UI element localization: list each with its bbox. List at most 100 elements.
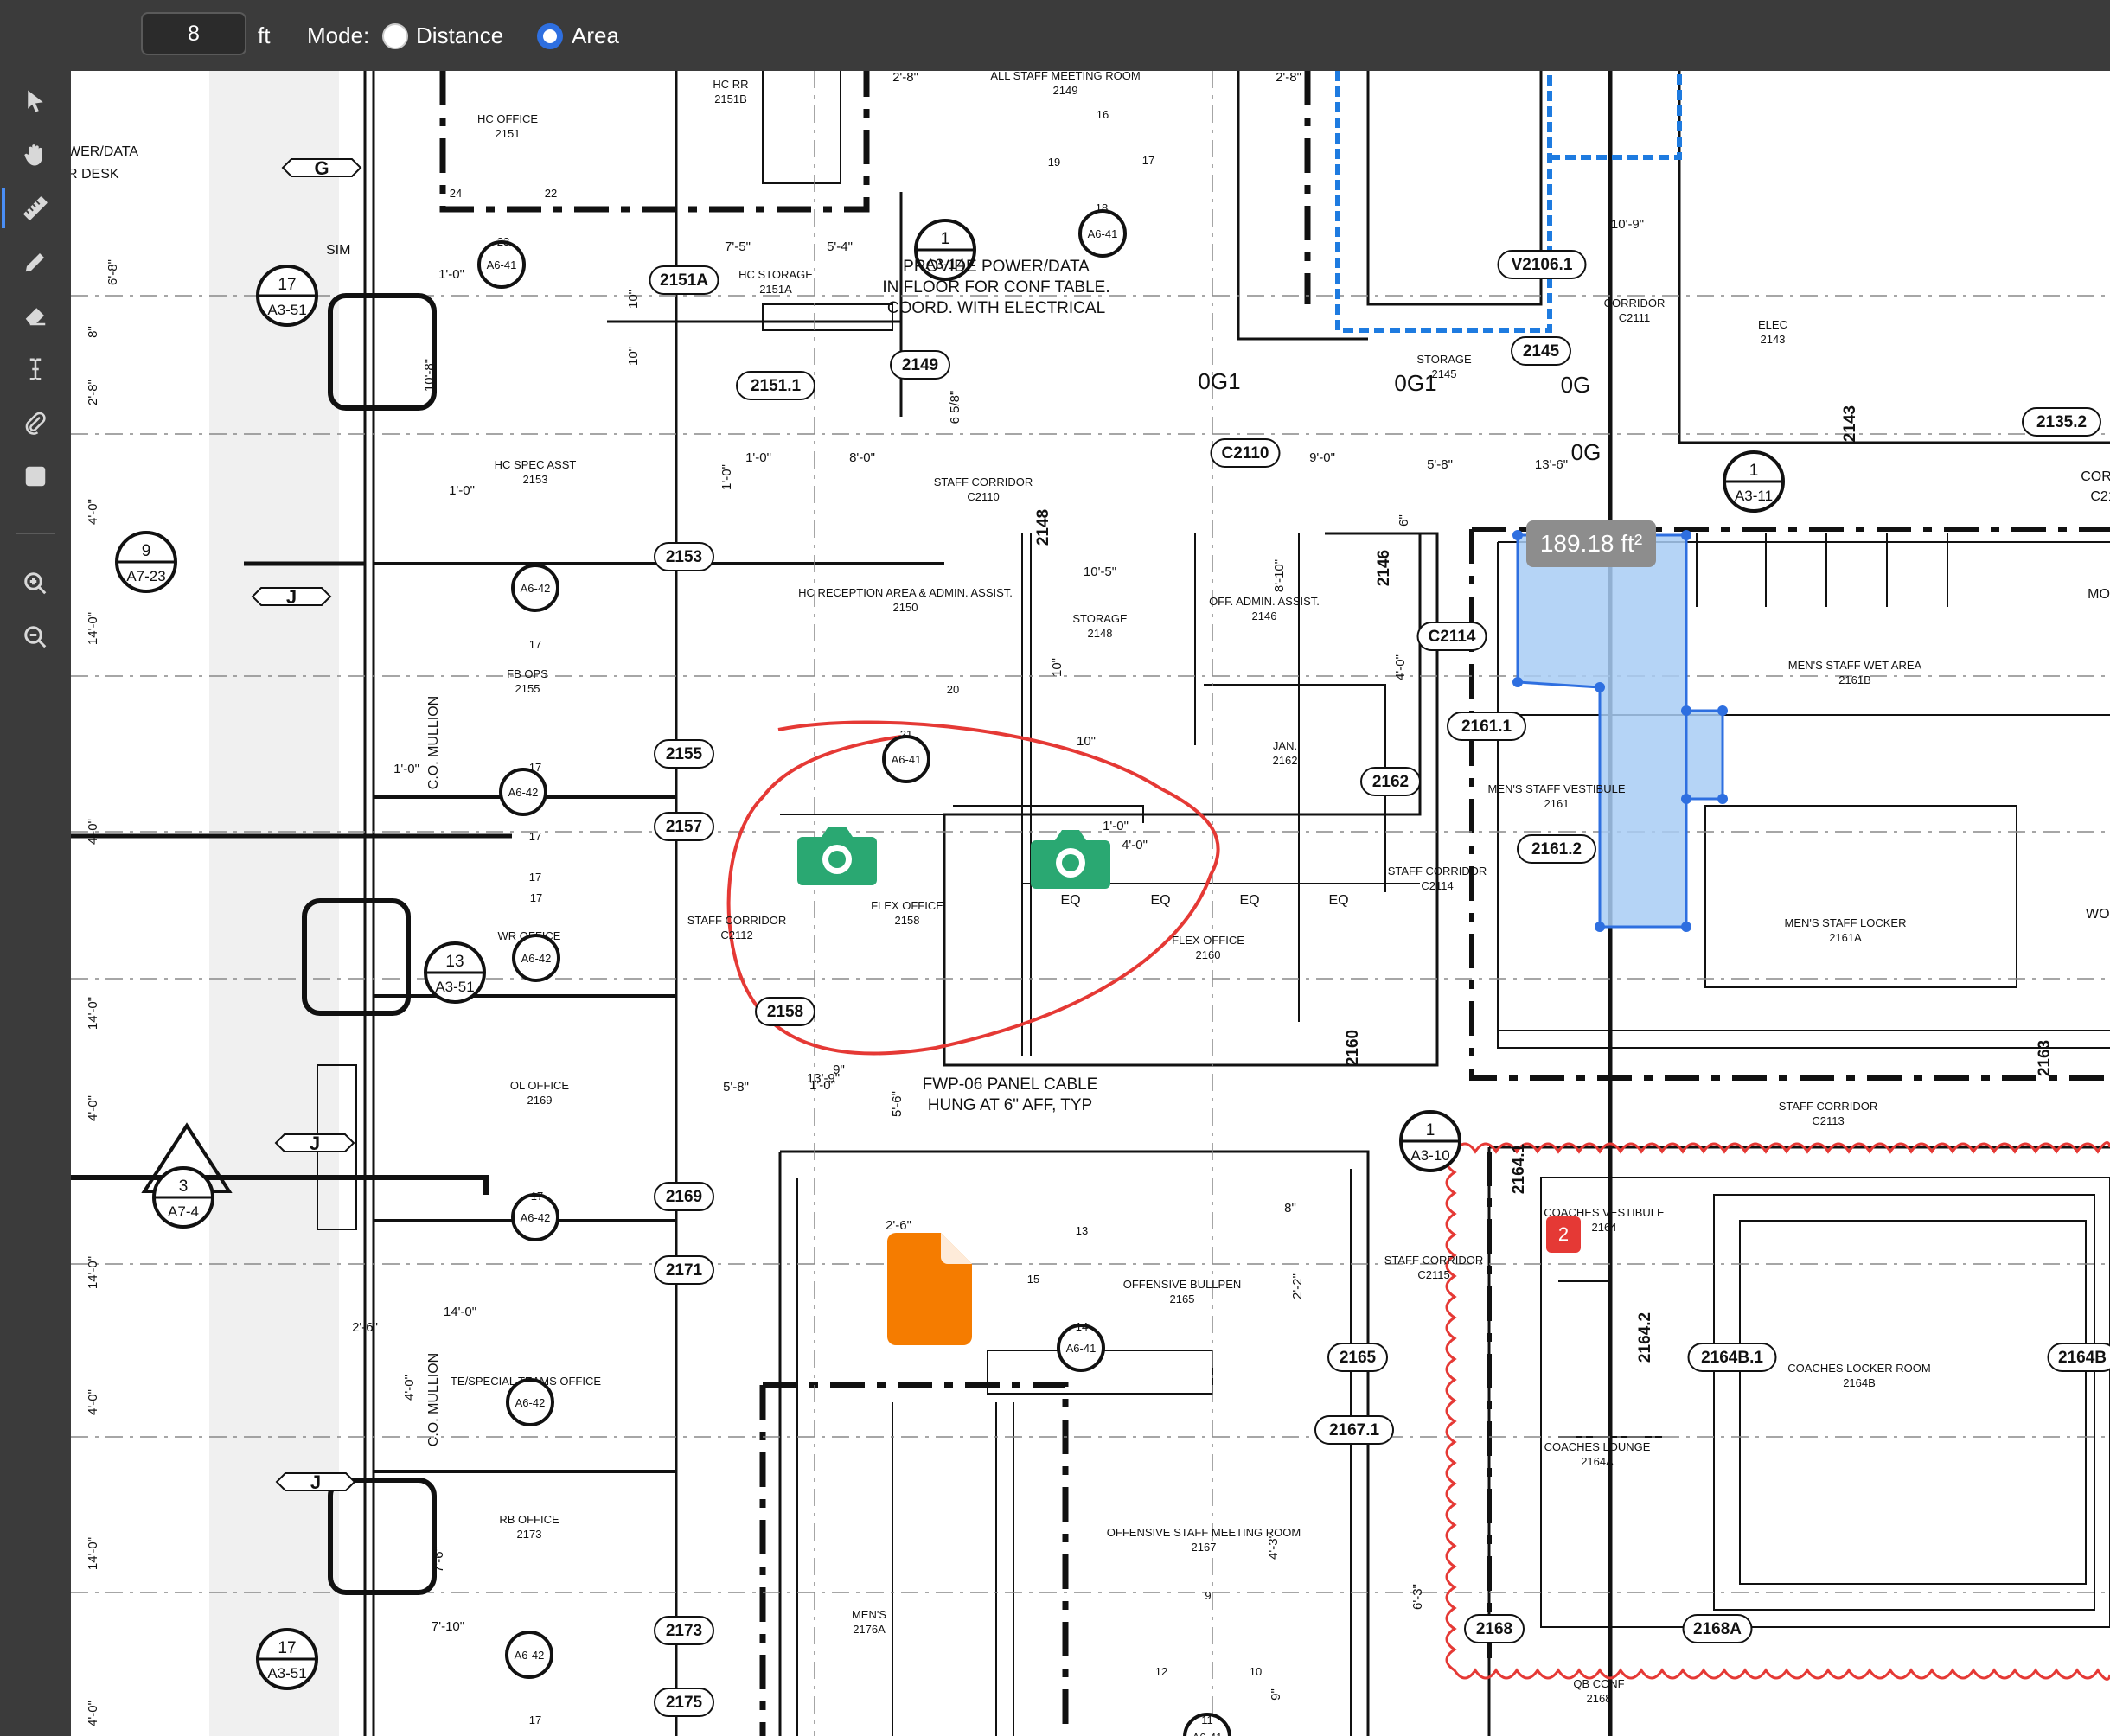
room-name-label: STAFF CORRIDOR bbox=[934, 475, 1033, 488]
dimension-text: 8" bbox=[86, 326, 100, 338]
room-number-label: C2114 bbox=[1421, 879, 1453, 892]
dimension-text: 4'-0" bbox=[1393, 654, 1408, 680]
room-number-label: C2113 bbox=[1812, 1114, 1844, 1127]
dimension-text: 4'-0" bbox=[86, 1701, 100, 1726]
elevation-direction-number: 17 bbox=[529, 1714, 541, 1726]
drawing-canvas[interactable]: HC RR 2151B ALL STAFF MEETING ROOM 2149 HC O… bbox=[71, 71, 2110, 1736]
pan-tool-button[interactable] bbox=[12, 131, 59, 178]
dimension-text: 10'-9" bbox=[1611, 217, 1644, 232]
door-tag-label: C2110 bbox=[1222, 444, 1269, 463]
zoom-in-button[interactable] bbox=[12, 560, 59, 607]
room-name-label: MEN'S STAFF LOCKER bbox=[1785, 916, 1907, 929]
section-mark-sheet: A3-51 bbox=[435, 979, 474, 995]
zoom-out-icon bbox=[24, 626, 47, 648]
elevation-direction-number: 23 bbox=[497, 235, 509, 248]
elevation-tag-label: A6-42 bbox=[515, 1396, 546, 1409]
room-name-label: STAFF CORRIDOR bbox=[1384, 1254, 1484, 1267]
attach-tool-button[interactable] bbox=[12, 399, 59, 446]
door-tag-label: 2163 bbox=[2036, 1040, 2054, 1076]
area-radio[interactable] bbox=[537, 23, 563, 49]
dimension-text: 1'-0" bbox=[393, 762, 419, 776]
room-name-label: STAFF CORRIDOR bbox=[687, 914, 787, 927]
room-name-label: COACHES LOCKER ROOM bbox=[1787, 1362, 1930, 1375]
dimension-text: 4'-3" bbox=[1266, 1534, 1281, 1560]
dimension-text: 9'-0" bbox=[1309, 450, 1335, 465]
sidebar-divider bbox=[16, 533, 55, 534]
room-number-label: 2158 bbox=[895, 914, 920, 927]
room-number-label: 2168 bbox=[1587, 1692, 1612, 1705]
room-number-label: C2110 bbox=[967, 490, 999, 503]
plan-note-text: EQ bbox=[1328, 893, 1348, 908]
pen-tool-button[interactable] bbox=[12, 239, 59, 285]
room-number-label: 2164A bbox=[1581, 1455, 1614, 1468]
plan-note-text: EQ bbox=[1239, 893, 1259, 908]
room-name-label: CORRIDOR bbox=[1604, 297, 1666, 310]
section-mark-sheet: A3-10 bbox=[1410, 1147, 1449, 1164]
dimension-text: 14'-0" bbox=[86, 612, 100, 645]
room-name-label: HC SPEC ASST bbox=[495, 458, 577, 471]
distance-radio[interactable] bbox=[382, 23, 408, 49]
plan-note-text: MO bbox=[2088, 587, 2110, 602]
room-number-label: 2151A bbox=[759, 283, 792, 296]
plan-note-text: SIM bbox=[326, 243, 350, 258]
room-number-label: C2115 bbox=[1417, 1268, 1449, 1281]
markup-count-badge[interactable]: 2 bbox=[1546, 1216, 1581, 1253]
grid-line-label: 0G1 bbox=[1394, 370, 1436, 396]
plan-note-text: EQ bbox=[1150, 893, 1170, 908]
dimension-text: 2'-8" bbox=[1276, 71, 1301, 85]
cursor-arrow-icon bbox=[28, 90, 43, 112]
room-number-label: 2161 bbox=[1544, 797, 1570, 810]
section-mark-number: 1 bbox=[1426, 1121, 1435, 1139]
elevation-tag-label: A6-41 bbox=[1192, 1731, 1223, 1736]
dimension-text: 4'-0" bbox=[86, 819, 100, 845]
door-tag-label: 2162 bbox=[1372, 773, 1409, 791]
dimension-text: 6'-3" bbox=[1410, 1584, 1425, 1610]
room-name-label: FLEX OFFICE bbox=[871, 899, 943, 912]
photo-pin-icon[interactable] bbox=[1031, 825, 1110, 889]
room-number-label: 2143 bbox=[1761, 333, 1786, 346]
dimension-text: 4'-0" bbox=[86, 1095, 100, 1121]
elevation-direction-number: 16 bbox=[1097, 108, 1109, 121]
elevation-direction-number: 21 bbox=[900, 728, 912, 741]
room-number-label: 2150 bbox=[893, 601, 918, 614]
text-tool-button[interactable] bbox=[12, 346, 59, 393]
hand-icon bbox=[24, 144, 42, 166]
elevation-tag-label: A6-42 bbox=[508, 786, 539, 799]
measured-area-polygon[interactable] bbox=[1516, 533, 1724, 929]
zoom-out-button[interactable] bbox=[12, 614, 59, 661]
dimension-text: 14'-0" bbox=[444, 1305, 476, 1319]
eraser-tool-button[interactable] bbox=[12, 292, 59, 339]
scale-input[interactable] bbox=[141, 12, 246, 55]
dimension-text: 10" bbox=[1077, 734, 1096, 749]
distance-radio-label[interactable]: Distance bbox=[416, 21, 503, 50]
room-name-label: HC RECEPTION AREA & ADMIN. ASSIST. bbox=[798, 586, 1013, 599]
shape-tool-button[interactable] bbox=[12, 453, 59, 500]
document-pin-icon[interactable] bbox=[887, 1233, 972, 1345]
photo-pin-icon[interactable] bbox=[797, 821, 877, 885]
room-name-label: FLEX OFFICE bbox=[1172, 934, 1244, 947]
room-name-label: MEN'S STAFF VESTIBULE bbox=[1488, 782, 1626, 795]
dimension-text: 7'-5" bbox=[725, 239, 751, 254]
elevation-tag-label: A6-41 bbox=[1088, 227, 1118, 240]
door-tag-label: 2145 bbox=[1523, 342, 1560, 361]
area-radio-label[interactable]: Area bbox=[572, 21, 619, 50]
plan-note-text: WER/DATA bbox=[71, 144, 138, 159]
section-mark-number: 1 bbox=[941, 230, 950, 248]
door-tag-label: 2158 bbox=[767, 1003, 803, 1021]
elevation-direction-number: 24 bbox=[450, 187, 462, 200]
dimension-text: 5'-4" bbox=[827, 239, 853, 254]
dimension-text: 14'-0" bbox=[86, 1537, 100, 1570]
dimension-text: 4'-0" bbox=[86, 1389, 100, 1415]
dimension-text: 1'-0" bbox=[438, 267, 464, 282]
door-tag-label: 2146 bbox=[1375, 550, 1393, 586]
select-tool-button[interactable] bbox=[12, 78, 59, 124]
elevation-direction-number: 17 bbox=[529, 638, 541, 651]
section-mark-sheet: A3-11 bbox=[1735, 488, 1773, 504]
dimension-text: 8" bbox=[1284, 1201, 1296, 1216]
plan-note-text: EQ bbox=[1060, 893, 1080, 908]
measure-tool-button[interactable] bbox=[2, 185, 59, 232]
room-name-label: OL OFFICE bbox=[510, 1079, 569, 1092]
room-name-label: OFF. ADMIN. ASSIST. bbox=[1209, 595, 1320, 608]
room-number-label: 2164B bbox=[1843, 1376, 1876, 1389]
room-name-label: JAN. bbox=[1273, 739, 1297, 752]
